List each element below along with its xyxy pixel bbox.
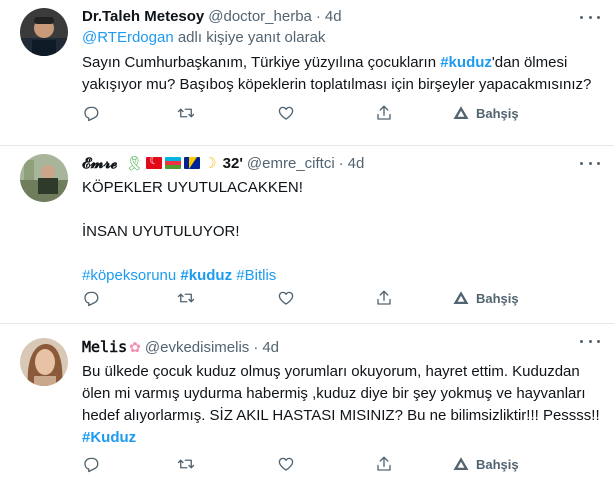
like-button[interactable] — [277, 455, 295, 473]
hashtag-link[interactable]: #Bitlis — [236, 267, 276, 284]
avatar[interactable] — [20, 154, 68, 202]
tweet[interactable]: 𝓔𝓶𝓻𝓮 🎗 ☽ 32' @emre_ciftci · 4d KÖPEKLER … — [0, 146, 614, 324]
tweet-header: Dr.Taleh Metesoy @doctor_herba · 4d — [82, 6, 602, 26]
share-icon — [377, 105, 391, 120]
ribbon-icon: 🎗 — [125, 154, 144, 171]
author-name[interactable]: 𝙼𝚎𝚕𝚒𝚜 — [82, 338, 127, 356]
more-icon[interactable] — [580, 156, 600, 170]
separator-dot: · — [315, 7, 321, 25]
promote-icon — [453, 291, 469, 304]
tweet-text: KÖPEKLER UYUTULACAKKEN! İNSAN UYUTULUYOR… — [82, 177, 602, 287]
avatar[interactable] — [20, 8, 68, 56]
heart-icon — [278, 291, 294, 305]
author-name-suffix[interactable]: 32' — [223, 155, 243, 172]
reply-icon — [84, 291, 99, 307]
share-button[interactable] — [375, 289, 393, 307]
heart-icon — [278, 106, 294, 120]
author-name[interactable]: Dr.Taleh Metesoy — [82, 8, 204, 25]
name-emojis: 🎗 ☽ — [123, 154, 217, 173]
avatar[interactable] — [20, 338, 68, 386]
hashtag-link[interactable]: #Kuduz — [82, 429, 136, 446]
tweet[interactable]: Dr.Taleh Metesoy @doctor_herba · 4d @RTE… — [0, 0, 614, 146]
timestamp[interactable]: 4d — [348, 155, 365, 172]
replying-suffix: adlı kişiye yanıt olarak — [173, 29, 326, 46]
reply-icon — [84, 457, 99, 473]
author-name[interactable]: 𝓔𝓶𝓻𝓮 — [82, 155, 117, 172]
share-button[interactable] — [375, 104, 393, 122]
retweet-button[interactable] — [177, 455, 195, 473]
heart-icon — [278, 457, 294, 471]
tweet-text-part: Sayın Cumhurbaşkanım, Türkiye yüzyılına … — [82, 54, 441, 71]
hashtag-link[interactable]: #kuduz — [180, 267, 232, 284]
tweet-header: 𝙼𝚎𝚕𝚒𝚜 ✿ @evkedisimelis · 4d — [82, 337, 602, 357]
separator-dot: · — [253, 338, 259, 356]
retweet-button[interactable] — [177, 104, 195, 122]
tweet-text-part: Bu ülkede çocuk kuduz olmuş yorumları ok… — [82, 363, 600, 424]
author-handle[interactable]: @emre_ciftci — [247, 155, 335, 172]
tweet-text: Bu ülkede çocuk kuduz olmuş yorumları ok… — [82, 361, 602, 449]
action-bar: Bahşiş — [82, 289, 562, 311]
reply-button[interactable] — [82, 104, 100, 122]
avatar-image — [20, 154, 68, 202]
retweet-icon — [177, 293, 195, 303]
turkey-flag-icon — [146, 157, 163, 169]
tip-label: Bahşiş — [476, 105, 519, 121]
tweet-feed: Dr.Taleh Metesoy @doctor_herba · 4d @RTE… — [0, 0, 614, 485]
tweet[interactable]: 𝙼𝚎𝚕𝚒𝚜 ✿ @evkedisimelis · 4d Bu ülkede ço… — [0, 324, 614, 485]
action-bar: Bahşiş — [82, 455, 562, 477]
crescent-moon-icon: ☽ — [203, 155, 217, 172]
tip-button[interactable]: Bahşiş — [452, 289, 519, 307]
like-button[interactable] — [277, 289, 295, 307]
author-handle[interactable]: @evkedisimelis — [145, 339, 249, 356]
blossom-icon: ✿ — [129, 338, 141, 355]
share-button[interactable] — [375, 455, 393, 473]
share-icon — [377, 456, 391, 471]
tweet-line: İNSAN UYUTULUYOR! — [82, 223, 240, 240]
more-icon[interactable] — [580, 334, 600, 348]
tweet-header: 𝓔𝓶𝓻𝓮 🎗 ☽ 32' @emre_ciftci · 4d — [82, 153, 602, 173]
avatar-image — [20, 8, 68, 56]
timestamp[interactable]: 4d — [262, 339, 279, 356]
tip-button[interactable]: Bahşiş — [452, 455, 519, 473]
retweet-icon — [177, 108, 195, 118]
reply-button[interactable] — [82, 289, 100, 307]
tip-label: Bahşiş — [476, 456, 519, 472]
author-handle[interactable]: @doctor_herba — [208, 8, 312, 25]
hashtag-link[interactable]: #kuduz — [440, 54, 492, 71]
timestamp[interactable]: 4d — [325, 8, 342, 25]
like-button[interactable] — [277, 104, 295, 122]
retweet-icon — [177, 459, 195, 469]
reply-button[interactable] — [82, 455, 100, 473]
share-icon — [377, 290, 391, 305]
more-icon[interactable] — [580, 10, 600, 24]
tweet-text: Sayın Cumhurbaşkanım, Türkiye yüzyılına … — [82, 52, 602, 96]
bosnia-flag-icon — [184, 157, 201, 169]
tip-label: Bahşiş — [476, 290, 519, 306]
reply-icon — [84, 106, 99, 122]
replying-handle[interactable]: @RTErdogan — [82, 29, 174, 46]
tweet-body: Dr.Taleh Metesoy @doctor_herba · 4d @RTE… — [82, 6, 602, 96]
retweet-button[interactable] — [177, 289, 195, 307]
azerbaijan-flag-icon — [165, 157, 182, 169]
promote-icon — [453, 457, 469, 470]
tweet-body: 𝓔𝓶𝓻𝓮 🎗 ☽ 32' @emre_ciftci · 4d KÖPEKLER … — [82, 153, 602, 287]
tweet-line: KÖPEKLER UYUTULACAKKEN! — [82, 179, 303, 196]
promote-icon — [453, 106, 469, 119]
separator-dot: · — [338, 154, 344, 172]
replying-to: @RTErdogan adlı kişiye yanıt olarak — [82, 28, 602, 48]
avatar-image — [20, 338, 68, 386]
tip-button[interactable]: Bahşiş — [452, 104, 519, 122]
hashtag-link[interactable]: #köpeksorunu — [82, 267, 176, 284]
tweet-body: 𝙼𝚎𝚕𝚒𝚜 ✿ @evkedisimelis · 4d Bu ülkede ço… — [82, 337, 602, 449]
action-bar: Bahşiş — [82, 104, 562, 126]
